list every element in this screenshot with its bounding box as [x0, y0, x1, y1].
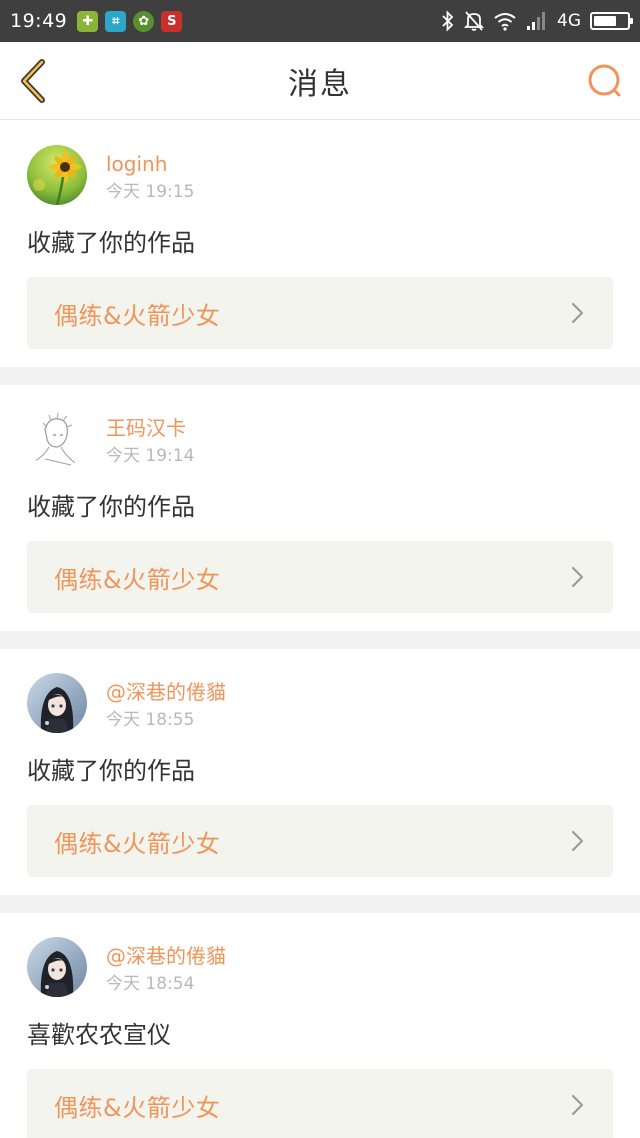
- work-title: 偶练&火箭少女: [54, 565, 221, 594]
- message-card: @深巷的倦貓 今天 18:55 收藏了你的作品 偶练&火箭少女: [0, 649, 640, 895]
- settings-app-icon: ✿: [133, 10, 155, 32]
- username[interactable]: loginh: [106, 151, 194, 177]
- bluetooth-icon: [442, 10, 454, 32]
- app-icon-green: ✚: [77, 10, 99, 32]
- message-list: loginh 今天 19:15 收藏了你的作品 偶练&火箭少女 王码汉卡 今天 …: [0, 121, 640, 1138]
- chevron-right-icon: [571, 830, 584, 852]
- timestamp: 今天 18:55: [106, 710, 195, 730]
- nav-bar: 消息: [0, 42, 640, 120]
- message-card: 王码汉卡 今天 19:14 收藏了你的作品 偶练&火箭少女: [0, 385, 640, 631]
- work-title: 偶练&火箭少女: [54, 829, 221, 858]
- message-action: 喜歡农农宣仪: [27, 1021, 171, 1049]
- timestamp: 今天 19:14: [106, 446, 195, 466]
- notifications-off-icon: [464, 11, 484, 31]
- battery-fill: [594, 16, 617, 26]
- avatar[interactable]: [27, 145, 87, 205]
- divider: [0, 895, 640, 913]
- message-card: @深巷的倦貓 今天 18:54 喜歡农农宣仪 偶练&火箭少女: [0, 913, 640, 1138]
- work-title: 偶练&火箭少女: [54, 1093, 221, 1122]
- work-link[interactable]: 偶练&火箭少女: [27, 1069, 613, 1138]
- message-card: loginh 今天 19:15 收藏了你的作品 偶练&火箭少女: [0, 121, 640, 367]
- anime-girl-avatar-image: [27, 937, 87, 997]
- avatar[interactable]: [27, 409, 87, 469]
- divider: [0, 631, 640, 649]
- username[interactable]: @深巷的倦貓: [106, 943, 226, 969]
- sunflower-avatar-image: [27, 145, 87, 205]
- sketch-avatar-image: [27, 409, 87, 469]
- crop-icon: ⌗: [105, 10, 127, 32]
- red-app-icon: S: [161, 10, 183, 32]
- message-action: 收藏了你的作品: [27, 493, 195, 521]
- work-link[interactable]: 偶练&火箭少女: [27, 541, 613, 613]
- work-link[interactable]: 偶练&火箭少女: [27, 277, 613, 349]
- divider: [0, 367, 640, 385]
- search-icon[interactable]: [586, 62, 624, 100]
- status-bar: 19:49 ✚ ⌗ ✿ S 4G: [0, 0, 640, 42]
- message-action: 收藏了你的作品: [27, 229, 195, 257]
- battery-icon: [590, 12, 633, 30]
- chevron-right-icon: [571, 1094, 584, 1116]
- chevron-right-icon: [571, 566, 584, 588]
- wifi-icon: [494, 13, 516, 31]
- anime-girl-avatar-image: [27, 673, 87, 733]
- username[interactable]: 王码汉卡: [106, 415, 194, 441]
- status-icons: 4G: [441, 10, 633, 32]
- work-link[interactable]: 偶练&火箭少女: [27, 805, 613, 877]
- avatar[interactable]: [27, 937, 87, 997]
- avatar[interactable]: [27, 673, 87, 733]
- signal-icon: [527, 12, 545, 30]
- username[interactable]: @深巷的倦貓: [106, 679, 226, 705]
- page-title: 消息: [288, 66, 352, 102]
- chevron-left-icon[interactable]: [14, 58, 54, 104]
- chevron-right-icon: [571, 302, 584, 324]
- status-time: 19:49: [10, 10, 68, 32]
- work-title: 偶练&火箭少女: [54, 301, 221, 330]
- network-type: 4G: [557, 11, 581, 31]
- message-action: 收藏了你的作品: [27, 757, 195, 785]
- timestamp: 今天 19:15: [106, 182, 195, 202]
- timestamp: 今天 18:54: [106, 974, 195, 994]
